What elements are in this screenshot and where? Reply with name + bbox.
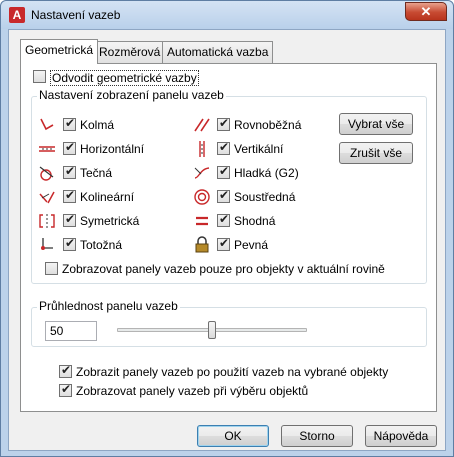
show-after-apply-checkbox[interactable] [59, 363, 72, 378]
close-button[interactable]: ✕ [405, 2, 447, 21]
parallel-checkbox[interactable] [217, 116, 230, 131]
coincident-checkbox[interactable] [63, 236, 76, 251]
show-on-select-label[interactable]: Zobrazovat panely vazeb při výběru objek… [76, 384, 308, 398]
collinear-checkbox[interactable] [63, 188, 76, 203]
perpendicular-icon [40, 118, 54, 131]
symmetric-checkbox[interactable] [63, 212, 76, 227]
tab-panel-geometric: Odvodit geometrické vazby Nastavení zobr… [20, 63, 437, 412]
equal-label[interactable]: Shodná [234, 214, 275, 228]
current-plane-label[interactable]: Zobrazovat panely vazeb pouze pro objekt… [62, 262, 385, 276]
concentric-label[interactable]: Soustředná [234, 190, 295, 204]
equal-checkbox[interactable] [217, 212, 230, 227]
coincident-icon [41, 238, 53, 250]
dialog-client-area: Geometrická Rozměrová Automatická vazba … [8, 29, 446, 451]
concentric-icon [194, 189, 210, 205]
fix-lock-icon [195, 236, 209, 253]
cancel-button[interactable]: Storno [281, 425, 353, 447]
tab-dimensional[interactable]: Rozměrová [94, 41, 166, 63]
parallel-icon [194, 118, 210, 132]
perpendicular-label[interactable]: Kolmá [80, 118, 114, 132]
concentric-checkbox[interactable] [217, 188, 230, 203]
vertical-icon [199, 141, 205, 157]
current-plane-checkbox[interactable] [45, 262, 58, 275]
clear-all-button[interactable]: Zrušit vše [339, 142, 413, 164]
collinear-icon [39, 191, 55, 204]
symmetric-label[interactable]: Symetrická [80, 214, 139, 228]
ok-button[interactable]: OK [197, 425, 269, 447]
help-button[interactable]: Nápověda [365, 425, 437, 447]
infer-constraints-checkbox[interactable] [33, 70, 46, 83]
smooth-label[interactable]: Hladká (G2) [234, 166, 299, 180]
vertical-checkbox[interactable] [217, 140, 230, 155]
dialog-window: A Nastavení vazeb ✕ Geometrická Rozměrov… [0, 0, 454, 457]
tangent-icon [39, 166, 54, 181]
fix-checkbox[interactable] [217, 236, 230, 251]
horizontal-label[interactable]: Horizontální [80, 142, 144, 156]
select-all-button[interactable]: Vybrat vše [339, 113, 413, 135]
autocad-app-icon: A [9, 7, 25, 23]
transparency-value-input[interactable]: 50 [45, 321, 97, 341]
symmetric-icon [39, 214, 55, 228]
tab-label: Automatická vazba [167, 45, 269, 59]
tab-autoconstrain[interactable]: Automatická vazba [162, 41, 274, 63]
tab-geometric[interactable]: Geometrická [20, 39, 99, 64]
tab-label: Geometrická [25, 43, 94, 57]
vertical-label[interactable]: Vertikální [234, 142, 283, 156]
display-settings-title: Nastavení zobrazení panelu vazeb [37, 88, 226, 102]
tab-label: Rozměrová [99, 45, 161, 59]
window-title: Nastavení vazeb [31, 8, 121, 22]
horizontal-checkbox[interactable] [63, 140, 76, 155]
tangent-checkbox[interactable] [63, 164, 76, 179]
parallel-label[interactable]: Rovnoběžná [234, 118, 301, 132]
show-on-select-checkbox[interactable] [59, 382, 72, 397]
smooth-checkbox[interactable] [217, 164, 230, 179]
fix-label[interactable]: Pevná [234, 238, 268, 252]
coincident-label[interactable]: Totožná [80, 238, 122, 252]
title-bar[interactable]: A Nastavení vazeb ✕ [1, 1, 453, 29]
collinear-label[interactable]: Kolineární [80, 190, 134, 204]
smooth-icon [194, 167, 210, 179]
infer-constraints-label[interactable]: Odvodit geometrické vazby [50, 70, 199, 86]
tangent-label[interactable]: Tečná [80, 166, 112, 180]
show-after-apply-label[interactable]: Zobrazit panely vazeb po použití vazeb n… [76, 365, 388, 379]
perpendicular-checkbox[interactable] [63, 116, 76, 131]
horizontal-icon [39, 146, 55, 152]
transparency-slider-thumb[interactable] [208, 321, 216, 339]
transparency-title: Průhlednost panelu vazeb [37, 299, 180, 313]
equal-icon [196, 216, 208, 226]
